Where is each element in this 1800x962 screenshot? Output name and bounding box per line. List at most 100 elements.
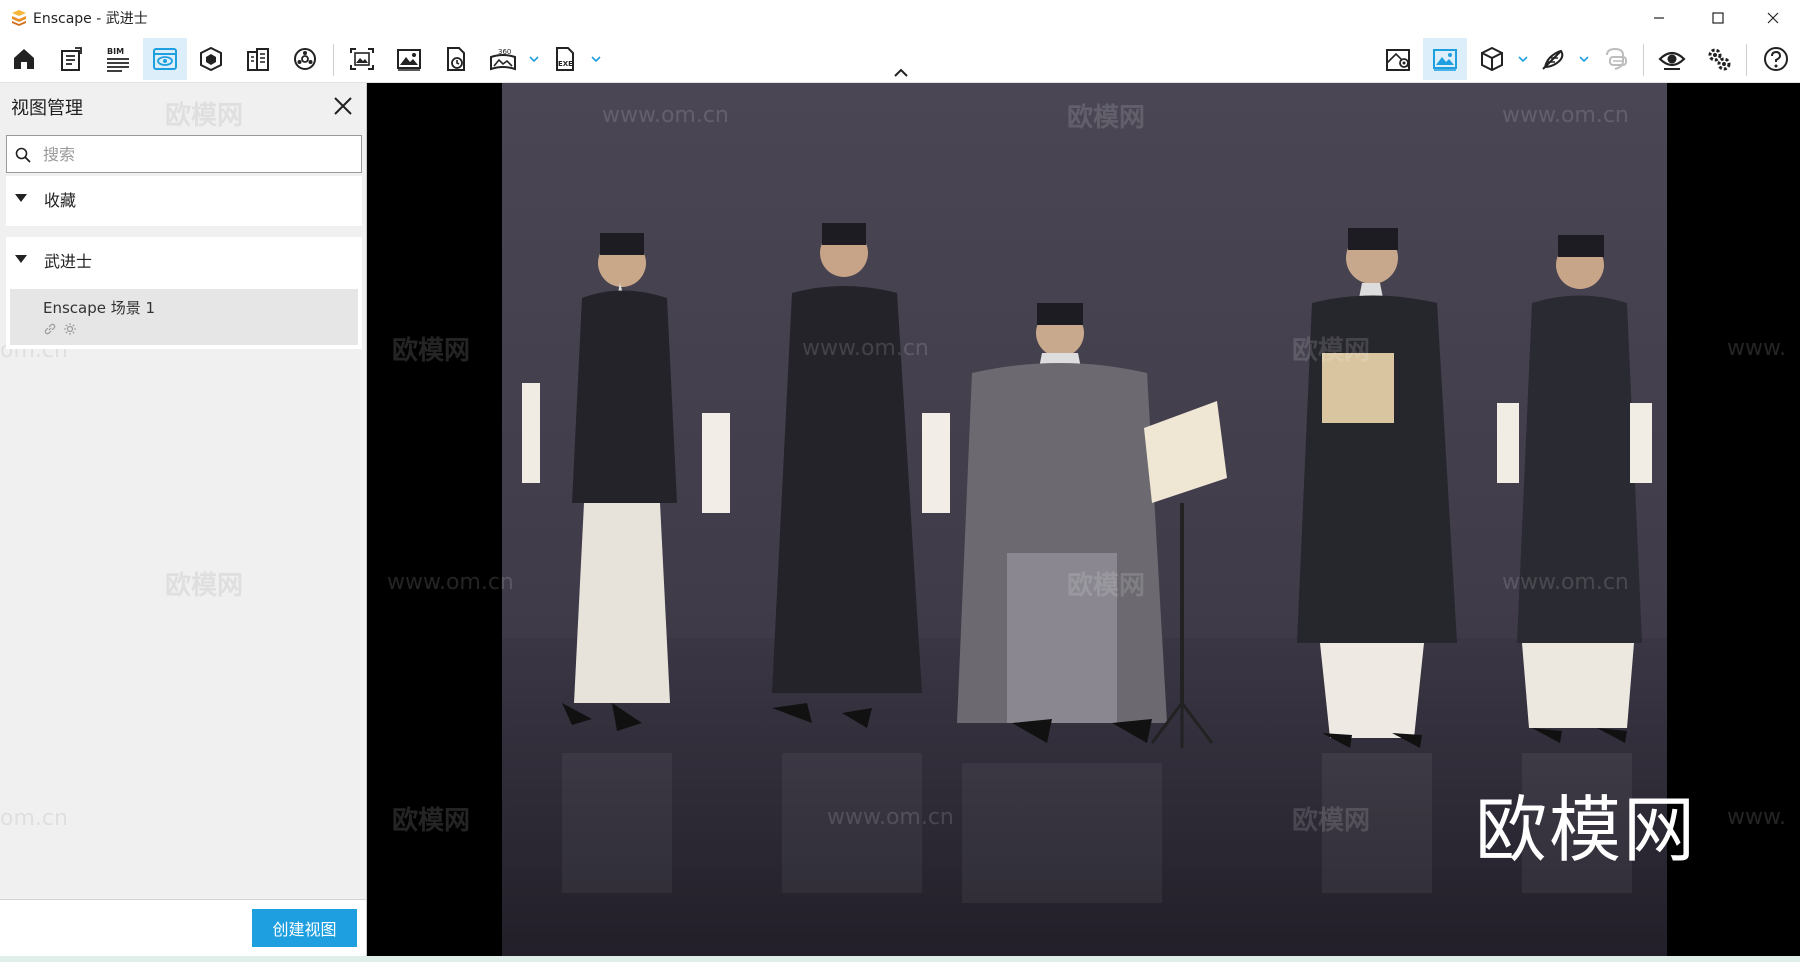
collapse-toolbar-icon[interactable] [892, 66, 910, 80]
image-export-icon [397, 49, 421, 71]
screenshot-button[interactable] [340, 38, 384, 80]
toolbar-separator [1746, 44, 1747, 76]
watermark-text: www. [1727, 336, 1786, 361]
panorama-button[interactable]: 360 [481, 38, 525, 80]
search-input[interactable] [43, 141, 343, 167]
triangle-down-icon [15, 255, 27, 263]
watermark-text: 欧模网 [392, 806, 471, 836]
view-list-item[interactable]: Enscape 场景 1 [10, 289, 358, 345]
watermark-text: 欧模网 [165, 101, 244, 131]
watermark-text: www.om.cn [387, 570, 514, 595]
toolbar-separator [1643, 44, 1644, 76]
chevron-down-icon [591, 56, 601, 63]
feather-dropdown[interactable] [1577, 50, 1591, 68]
bim-icon: BIM [107, 47, 129, 72]
panel-footer: 创建视图 [0, 899, 366, 956]
view-group-label: 武进士 [44, 252, 93, 271]
view-group-header[interactable]: 武进士 [6, 237, 362, 281]
maximize-button[interactable] [1695, 0, 1741, 36]
building-icon [247, 48, 269, 71]
watermark-text: www. [1727, 805, 1786, 830]
panorama-360-icon: 360 [490, 48, 516, 71]
watermark-text: www.om.cn [602, 103, 729, 128]
home-button[interactable] [2, 38, 46, 80]
feather-button[interactable] [1531, 38, 1575, 80]
exe-export-icon: EXE [556, 47, 574, 71]
window-title: Enscape - 武进士 [33, 11, 148, 27]
svg-text:EXE: EXE [558, 60, 573, 68]
search-icon [15, 147, 31, 163]
favorites-section: 收藏 [6, 176, 362, 226]
sun-icon [64, 323, 76, 335]
panel-title: 视图管理 [11, 98, 83, 119]
map-pin-icon [1386, 49, 1410, 71]
toolbar-separator [333, 44, 334, 76]
title-bar: Enscape - 武进士 [0, 0, 1800, 36]
enscape-logo-icon [12, 10, 26, 26]
exe-export-button[interactable]: EXE [543, 38, 587, 80]
close-icon [1767, 12, 1779, 24]
cube-dropdown[interactable] [1516, 50, 1530, 68]
link-icon [44, 323, 56, 335]
watermark-text: www.om.cn [1502, 103, 1629, 128]
help-button[interactable] [1754, 38, 1798, 80]
favorites-header[interactable]: 收藏 [6, 176, 362, 220]
settings-icon [1708, 48, 1731, 71]
home-icon [14, 49, 34, 69]
feather-icon [1542, 49, 1564, 70]
maximize-icon [1712, 12, 1724, 24]
batch-render-icon [447, 47, 465, 71]
views-button[interactable] [143, 38, 187, 80]
watermark-text: 欧模网 [1292, 336, 1371, 366]
cube-button[interactable] [1470, 38, 1514, 80]
watermark-text: 欧模网 [1067, 571, 1146, 601]
watermark-text: www.om.cn [1502, 570, 1629, 595]
view-management-panel: 欧模网 om.cn 欧模网 om.cn 视图管理 收藏 武进士 Enscape … [0, 83, 367, 956]
close-icon[interactable] [332, 95, 354, 117]
notes-button[interactable] [49, 38, 93, 80]
batch-render-button[interactable] [434, 38, 478, 80]
brand-watermark: 欧模网 [1475, 788, 1698, 872]
eye-icon [1658, 51, 1686, 70]
watermark-text: 欧模网 [1067, 103, 1146, 133]
watermark-text: 欧模网 [392, 336, 471, 366]
visibility-button[interactable] [1650, 38, 1694, 80]
building-button[interactable] [236, 38, 280, 80]
view-group-section: 武进士 Enscape 场景 1 [6, 237, 362, 349]
view-item-name: Enscape 场景 1 [43, 299, 156, 317]
image-export-button[interactable] [387, 38, 431, 80]
cube-icon [1481, 46, 1503, 72]
close-window-button[interactable] [1750, 0, 1796, 36]
vr-headset-icon [1606, 47, 1627, 70]
render-viewport[interactable]: www.om.cn 欧模网 www.om.cn 欧模网 www.om.cn 欧模… [367, 83, 1800, 956]
chevron-down-icon [1518, 56, 1528, 63]
chevron-down-icon [1579, 56, 1589, 63]
vr-button[interactable] [1593, 38, 1637, 80]
map-button[interactable] [1376, 38, 1420, 80]
exe-export-dropdown[interactable] [589, 50, 603, 68]
notes-icon [61, 47, 82, 71]
watermark-text: www.om.cn [827, 805, 954, 830]
screenshot-icon [350, 48, 374, 70]
watermark-text: om.cn [0, 806, 68, 831]
create-view-button[interactable]: 创建视图 [252, 909, 357, 947]
svg-text:BIM: BIM [107, 47, 124, 56]
views-icon [153, 48, 177, 70]
bim-button[interactable]: BIM [96, 38, 140, 80]
material-editor-button[interactable] [189, 38, 233, 80]
material-icon [200, 46, 222, 72]
minimize-icon [1654, 17, 1664, 19]
image-view-button[interactable] [1423, 38, 1467, 80]
minimize-button[interactable] [1636, 0, 1682, 36]
watermark-text: www.om.cn [802, 336, 929, 361]
chevron-down-icon [529, 56, 539, 63]
favorites-label: 收藏 [44, 191, 77, 210]
window-bottom-edge [0, 956, 1800, 962]
asset-library-button[interactable] [283, 38, 327, 80]
asset-library-icon [294, 48, 316, 70]
settings-button[interactable] [1697, 38, 1741, 80]
image-view-icon [1433, 49, 1457, 71]
watermark-text: 欧模网 [1292, 806, 1371, 836]
help-icon [1764, 47, 1788, 71]
panorama-dropdown[interactable] [527, 50, 541, 68]
